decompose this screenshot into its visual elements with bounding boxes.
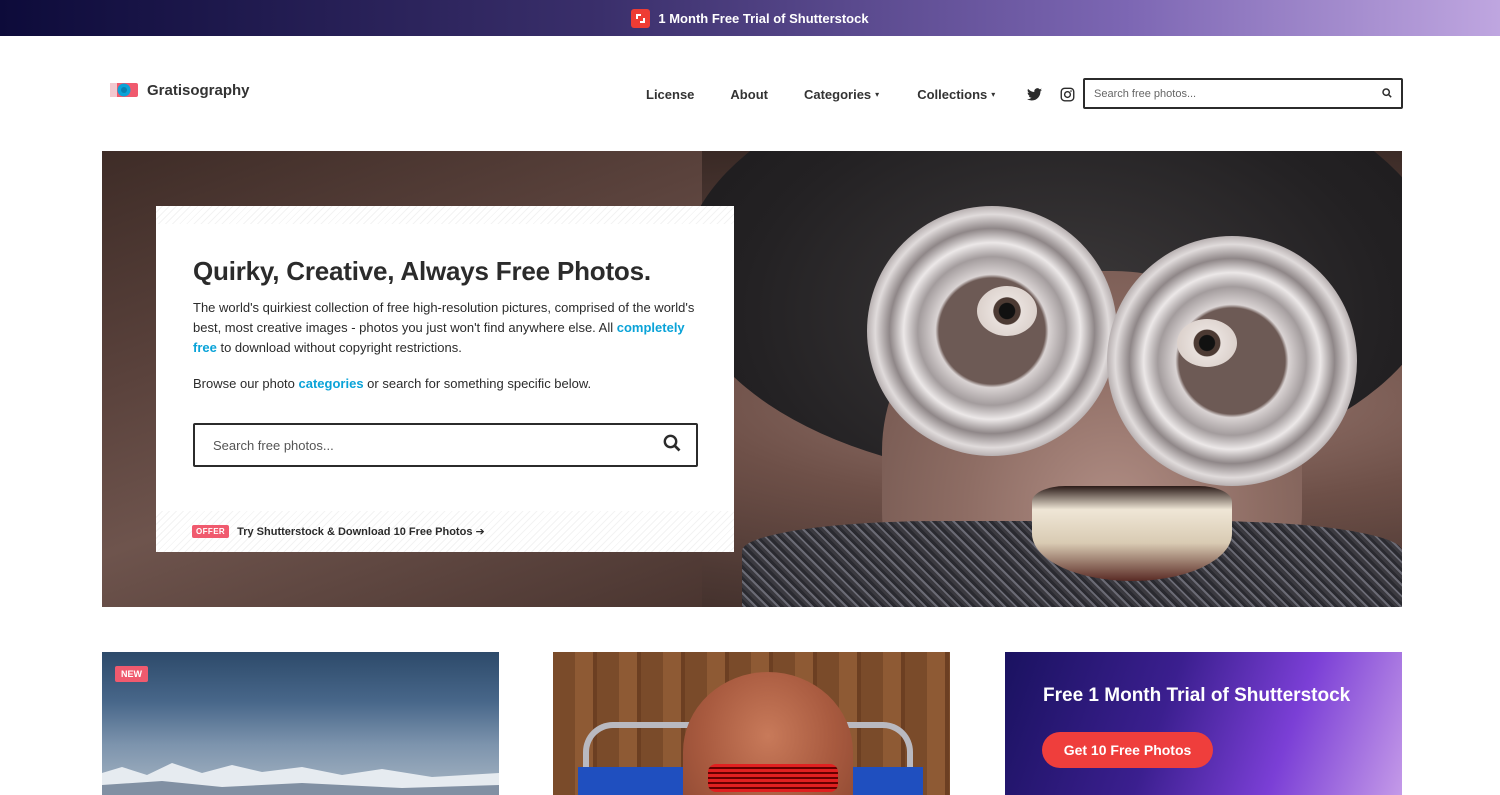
eye-left — [977, 286, 1037, 336]
photo-card-red-hair[interactable] — [553, 652, 950, 795]
goggle-right — [1107, 236, 1357, 486]
mountains-shape — [102, 763, 499, 795]
categories-link[interactable]: categories — [299, 376, 364, 391]
main-nav: License About Categories ▾ Collections ▾ — [646, 84, 1077, 104]
nav-categories-label: Categories — [803, 86, 872, 102]
browse-text-2: or search for something specific below. — [363, 376, 592, 391]
logo-text[interactable]: Gratisography — [147, 82, 250, 99]
caret-down-icon: ▾ — [991, 90, 996, 99]
hero-card-stripe — [156, 206, 734, 224]
promo-card-title: Free 1 Month Trial of Shutterstock — [1043, 685, 1351, 706]
header-search-box — [1083, 78, 1403, 109]
search-icon[interactable] — [1382, 85, 1392, 103]
hero-search-input[interactable] — [213, 437, 663, 453]
nav-collections[interactable]: Collections ▾ — [917, 87, 995, 102]
shutterstock-logo-icon — [631, 8, 651, 28]
nav-categories[interactable]: Categories ▾ — [804, 87, 879, 102]
hero-description-text-2: to download without copyright restrictio… — [216, 340, 462, 355]
mouth-shape — [1032, 486, 1232, 581]
nav-about[interactable]: About — [730, 87, 768, 102]
browse-text-1: Browse our photo — [193, 376, 299, 391]
offer-link-text: Try Shutterstock & Download 10 Free Phot… — [237, 526, 473, 538]
site-logo[interactable]: Gratisography — [110, 80, 250, 100]
hero-description: The world's quirkiest collection of free… — [193, 298, 703, 358]
offer-bar: OFFER Try Shutterstock & Download 10 Fre… — [156, 511, 734, 552]
nav-license[interactable]: License — [646, 87, 694, 102]
offer-badge: OFFER — [192, 525, 230, 538]
glasses-shape — [708, 764, 838, 792]
shutterstock-promo-card: Free 1 Month Trial of Shutterstock Get 1… — [1005, 652, 1402, 795]
nav-license-label: License — [646, 86, 695, 102]
caret-down-icon: ▾ — [875, 90, 880, 99]
instagram-icon[interactable] — [1057, 84, 1077, 104]
nav-about-label: About — [730, 86, 768, 102]
new-badge: NEW — [115, 666, 148, 682]
site-header: Gratisography License About Categories ▾… — [102, 70, 1403, 116]
hero-browse-text: Browse our photo categories or search fo… — [193, 376, 591, 391]
twitter-icon[interactable] — [1024, 84, 1044, 104]
get-free-photos-button[interactable]: Get 10 Free Photos — [1042, 732, 1213, 768]
gratisography-logo-icon — [110, 80, 138, 100]
hero-search-box — [193, 423, 698, 467]
eye-right — [1177, 319, 1237, 367]
promo-banner-text[interactable]: 1 Month Free Trial of Shutterstock — [658, 11, 868, 26]
search-icon[interactable] — [663, 434, 681, 457]
hero-card: Quirky, Creative, Always Free Photos. Th… — [156, 206, 734, 552]
offer-link[interactable]: Try Shutterstock & Download 10 Free Phot… — [237, 525, 485, 538]
header-search-input[interactable] — [1094, 87, 1382, 100]
promo-banner[interactable]: 1 Month Free Trial of Shutterstock — [0, 0, 1500, 36]
hero-title: Quirky, Creative, Always Free Photos. — [193, 256, 651, 286]
arrow-right-icon: ➔ — [475, 526, 485, 538]
photo-card-mountains[interactable]: NEW — [102, 652, 499, 795]
nav-collections-label: Collections — [917, 86, 988, 102]
